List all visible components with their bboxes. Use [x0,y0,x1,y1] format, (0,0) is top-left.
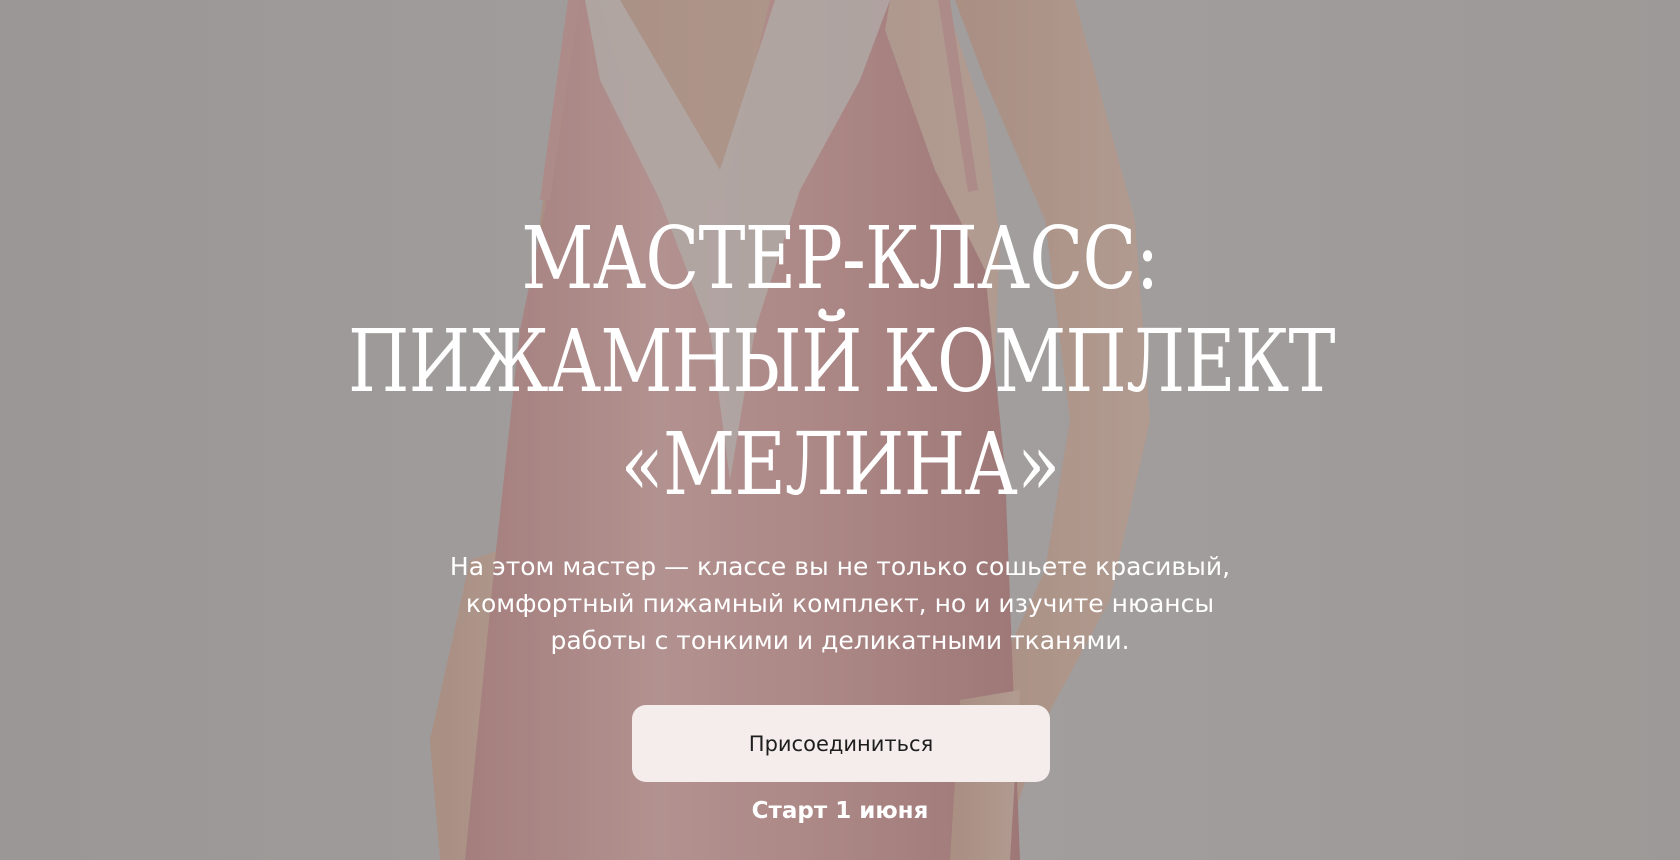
hero-title-line: пижамный комплект [348,312,1336,412]
hero-description-line: На этом мастер — классе вы не только сош… [449,552,1231,581]
hero-title-line: Мастер-класс: [521,209,1159,309]
join-button[interactable]: Присоединиться [632,705,1050,782]
start-date-label: Старт 1 июня [751,798,929,824]
hero-section: Мастер-класс: пижамный комплект «Мелина»… [0,0,1680,860]
hero-content: Мастер-класс: пижамный комплект «Мелина»… [0,0,1680,860]
hero-description-line: комфортный пижамный комплект, но и изучи… [465,589,1215,618]
hero-description-line: работы с тонкими и деликатными тканями. [550,626,1130,655]
hero-title-line: «Мелина» [620,415,1060,515]
hero-title: Мастер-класс: пижамный комплект «Мелина» [348,208,1336,517]
hero-description: На этом мастер — классе вы не только сош… [440,548,1240,659]
